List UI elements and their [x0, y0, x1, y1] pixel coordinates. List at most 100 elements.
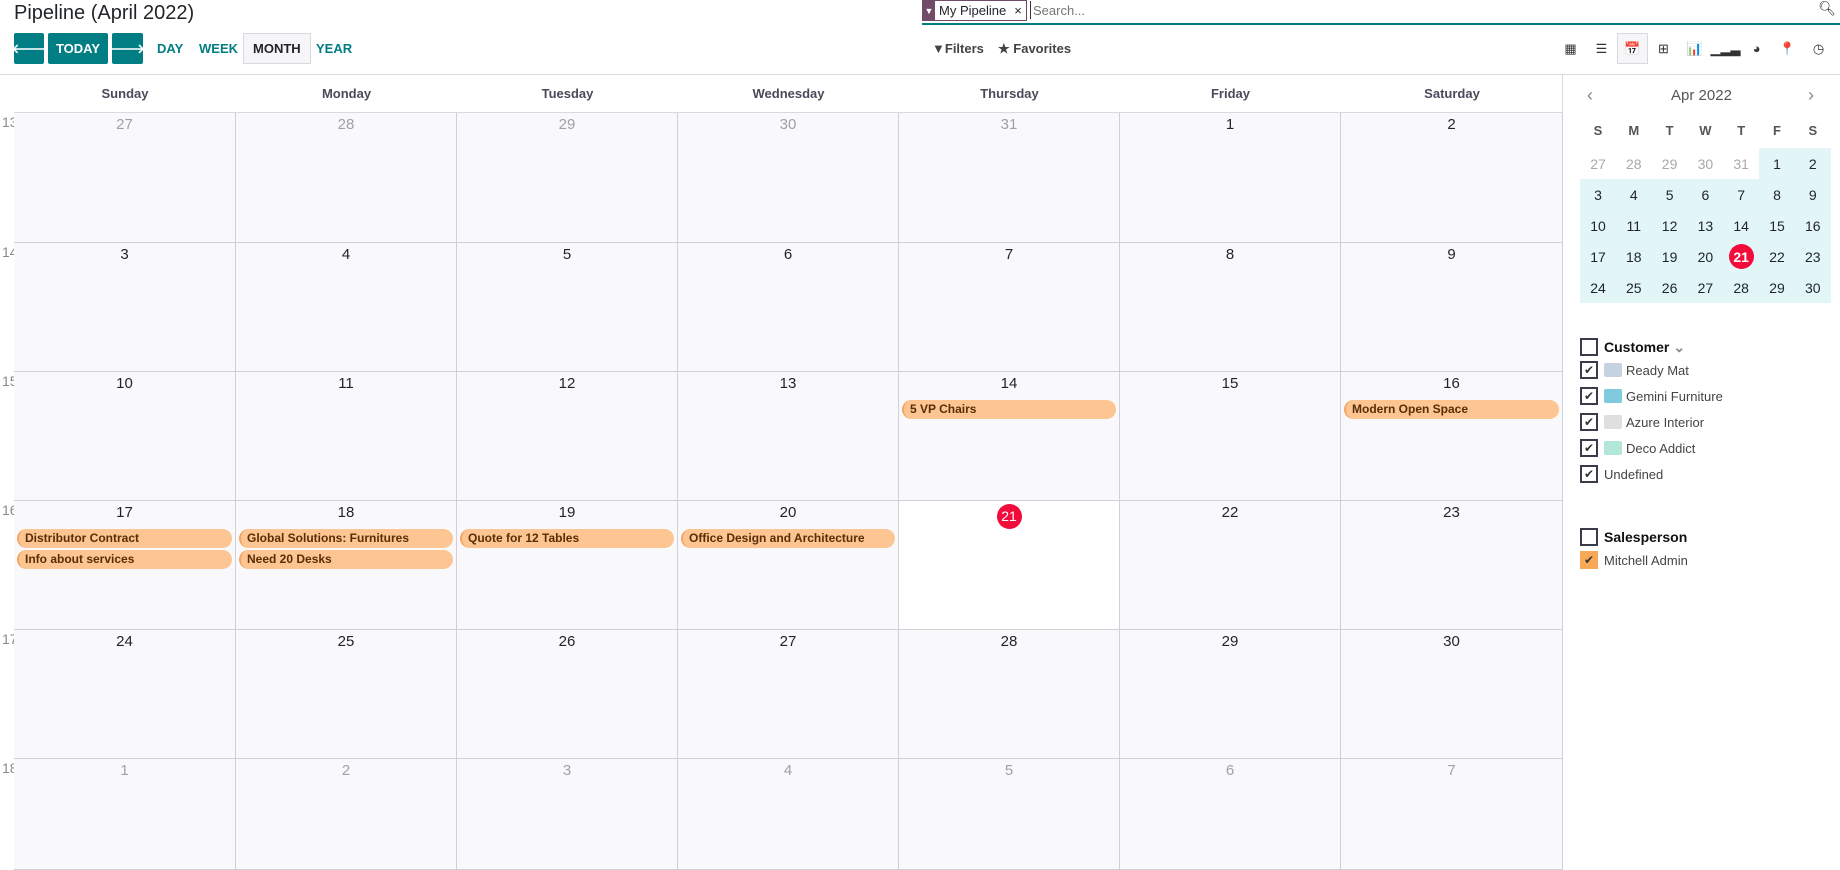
scale-year-button[interactable]: YEAR: [307, 33, 361, 64]
checkbox[interactable]: ✔: [1580, 361, 1598, 379]
day-cell[interactable]: 9: [1341, 243, 1563, 372]
filter-item[interactable]: ✔ Ready Mat: [1580, 357, 1723, 383]
mini-day[interactable]: 8: [1759, 179, 1795, 210]
previous-button[interactable]: 🡐: [12, 33, 46, 64]
mini-day[interactable]: 1: [1759, 148, 1795, 179]
day-cell[interactable]: 4: [678, 759, 899, 870]
day-cell[interactable]: 1: [1120, 113, 1341, 243]
day-cell[interactable]: 10: [14, 372, 236, 501]
mini-day[interactable]: 23: [1794, 241, 1831, 272]
day-cell[interactable]: 3: [14, 243, 236, 372]
calendar-event[interactable]: Info about services: [17, 550, 232, 569]
calendar-event[interactable]: Need 20 Desks: [239, 550, 453, 569]
day-cell[interactable]: 12: [457, 372, 678, 501]
mini-day[interactable]: 29: [1652, 148, 1688, 179]
day-cell[interactable]: 24: [14, 630, 236, 759]
search-icon[interactable]: 🔍︎: [1818, 0, 1836, 17]
day-cell[interactable]: 1: [14, 759, 236, 870]
mini-day[interactable]: 26: [1651, 272, 1688, 303]
day-cell[interactable]: 20 Office Design and Architecture: [678, 501, 899, 630]
mini-day[interactable]: 12: [1651, 210, 1688, 241]
day-cell[interactable]: 26: [457, 630, 678, 759]
calendar-event[interactable]: 5 VP Chairs: [902, 400, 1116, 419]
day-cell[interactable]: 25: [236, 630, 457, 759]
mini-day[interactable]: 13: [1687, 210, 1724, 241]
cohort-view-button[interactable]: ▁▂▃: [1710, 33, 1741, 64]
mini-day[interactable]: 22: [1759, 241, 1795, 272]
mini-day[interactable]: 29: [1759, 272, 1795, 303]
calendar-event[interactable]: Distributor Contract: [17, 529, 232, 548]
day-cell[interactable]: 29: [1120, 630, 1341, 759]
mini-day[interactable]: 30: [1794, 272, 1831, 303]
kanban-view-button[interactable]: ▦: [1555, 33, 1586, 64]
mini-day[interactable]: 7: [1723, 179, 1760, 210]
mini-day[interactable]: 14: [1723, 210, 1760, 241]
mini-day[interactable]: 15: [1759, 210, 1795, 241]
day-cell[interactable]: 22: [1120, 501, 1341, 630]
mini-day[interactable]: 20: [1687, 241, 1724, 272]
mini-day[interactable]: 5: [1651, 179, 1688, 210]
day-cell[interactable]: 16 Modern Open Space: [1341, 372, 1563, 501]
mini-day[interactable]: 4: [1615, 179, 1652, 210]
checkbox[interactable]: ✔: [1580, 413, 1598, 431]
calendar-event[interactable]: Global Solutions: Furnitures: [239, 529, 453, 548]
mini-day[interactable]: 2: [1794, 148, 1831, 179]
mini-day[interactable]: 6: [1687, 179, 1724, 210]
filter-item[interactable]: ✔ Gemini Furniture: [1580, 383, 1723, 409]
mini-day[interactable]: 18: [1615, 241, 1652, 272]
checkbox[interactable]: ✔: [1580, 439, 1598, 457]
day-cell[interactable]: 27: [678, 630, 899, 759]
day-cell[interactable]: 13: [678, 372, 899, 501]
checkbox[interactable]: [1580, 528, 1598, 546]
day-cell[interactable]: 29: [457, 113, 678, 243]
activity-view-button[interactable]: ◷: [1803, 33, 1834, 64]
salesperson-filter-header[interactable]: Salesperson: [1580, 527, 1688, 547]
checkbox[interactable]: [1580, 338, 1598, 356]
day-cell[interactable]: 18 Global Solutions: Furnitures Need 20 De…: [236, 501, 457, 630]
day-cell[interactable]: 15: [1120, 372, 1341, 501]
filter-item[interactable]: ✔ Undefined: [1580, 461, 1723, 487]
mini-day[interactable]: 3: [1580, 179, 1616, 210]
day-cell[interactable]: 27: [14, 113, 236, 243]
scale-week-button[interactable]: WEEK: [190, 33, 247, 64]
day-cell[interactable]: 14 5 VP Chairs: [899, 372, 1120, 501]
day-cell[interactable]: 7: [899, 243, 1120, 372]
mini-day[interactable]: 21: [1723, 241, 1760, 272]
day-cell[interactable]: 6: [678, 243, 899, 372]
graph-view-button[interactable]: 📊: [1679, 33, 1710, 64]
search-facet[interactable]: ▼ My Pipeline ×: [922, 0, 1027, 21]
day-cell[interactable]: 5: [457, 243, 678, 372]
filter-item[interactable]: ✔ Azure Interior: [1580, 409, 1723, 435]
mini-day[interactable]: 19: [1651, 241, 1688, 272]
today-button[interactable]: TODAY: [48, 33, 108, 64]
scale-day-button[interactable]: DAY: [148, 33, 192, 64]
mini-day[interactable]: 27: [1687, 272, 1724, 303]
checkbox[interactable]: ✔: [1580, 387, 1598, 405]
day-cell[interactable]: 5: [899, 759, 1120, 870]
day-cell[interactable]: 21: [899, 501, 1120, 630]
mini-day[interactable]: 25: [1615, 272, 1652, 303]
map-view-button[interactable]: 📍: [1772, 33, 1803, 64]
calendar-event[interactable]: Quote for 12 Tables: [460, 529, 674, 548]
chevron-down-icon[interactable]: ⌄: [1673, 339, 1685, 356]
mini-day[interactable]: 10: [1580, 210, 1616, 241]
mini-day[interactable]: 28: [1723, 272, 1760, 303]
checkbox[interactable]: ✔: [1580, 465, 1598, 483]
day-cell[interactable]: 28: [236, 113, 457, 243]
day-cell[interactable]: 2: [236, 759, 457, 870]
mini-day[interactable]: 16: [1794, 210, 1831, 241]
day-cell[interactable]: 31: [899, 113, 1120, 243]
mini-next-icon[interactable]: ›: [1808, 85, 1814, 106]
filters-button[interactable]: ▼Filters: [932, 41, 984, 56]
remove-facet-icon[interactable]: ×: [1010, 3, 1026, 18]
mini-day[interactable]: 27: [1580, 148, 1616, 179]
pivot-view-button[interactable]: ⊞: [1648, 33, 1679, 64]
day-cell[interactable]: 11: [236, 372, 457, 501]
day-cell[interactable]: 30: [678, 113, 899, 243]
day-cell[interactable]: 7: [1341, 759, 1563, 870]
customer-filter-header[interactable]: Customer ⌄: [1580, 337, 1723, 357]
calendar-view-button[interactable]: 📅: [1617, 33, 1648, 64]
mini-day[interactable]: 11: [1615, 210, 1652, 241]
mini-day[interactable]: 9: [1794, 179, 1831, 210]
filter-item[interactable]: ✔ Deco Addict: [1580, 435, 1723, 461]
